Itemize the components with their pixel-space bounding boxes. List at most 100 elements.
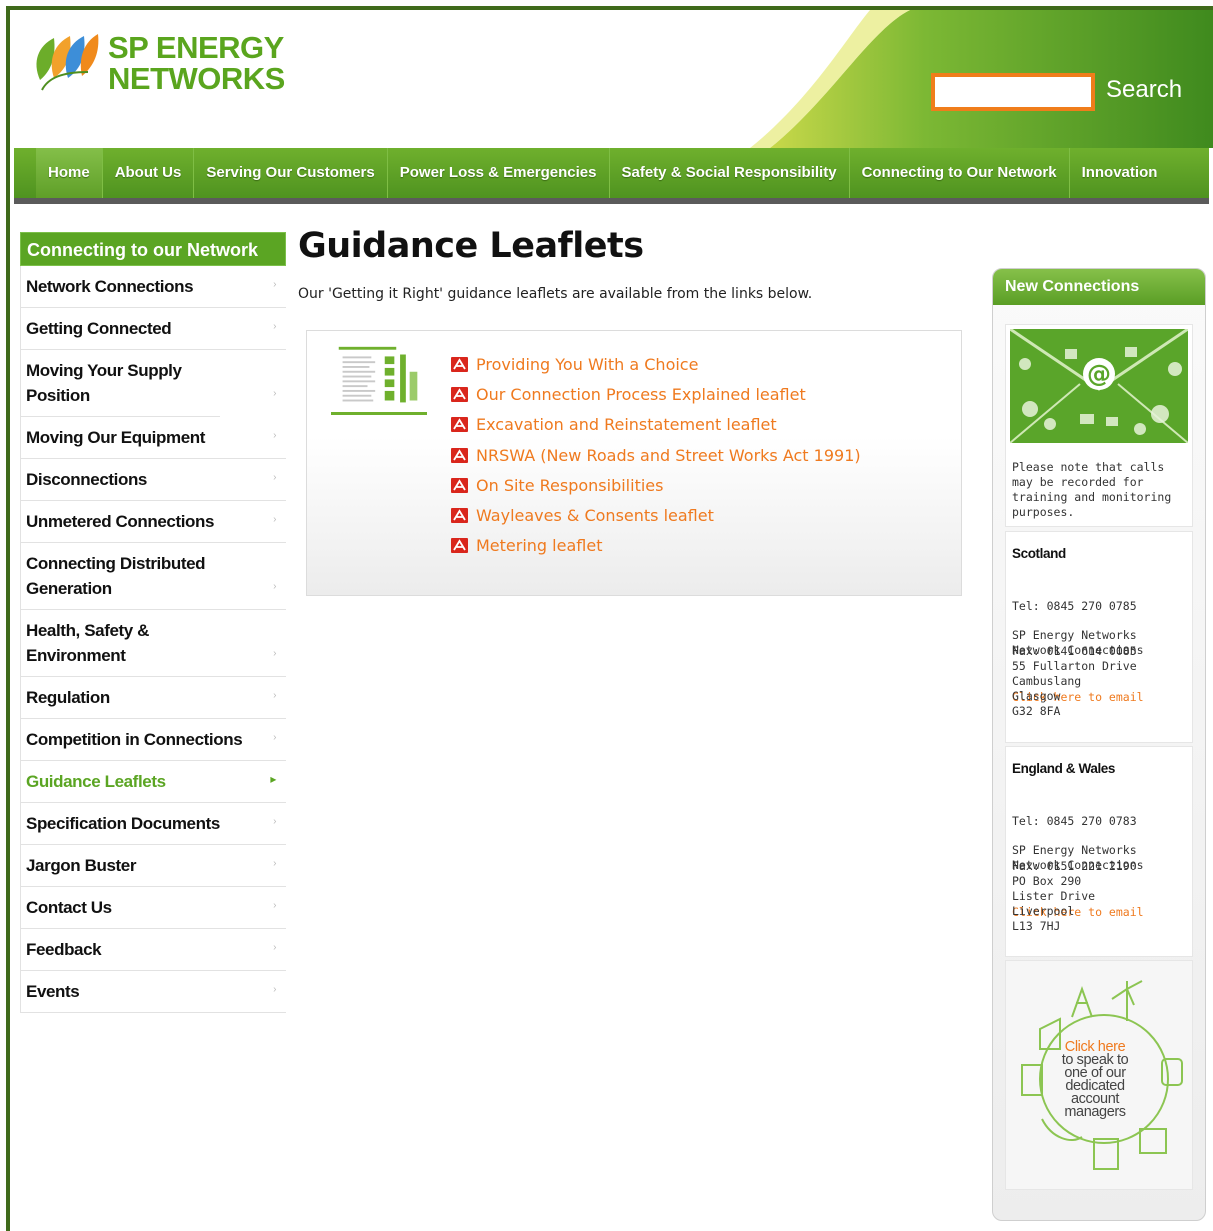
leaflet-list: Providing You With a Choice Our Connecti… xyxy=(451,349,861,561)
brand-name-line1: SP ENERGY xyxy=(108,30,284,65)
brand-logo[interactable]: SP ENERGY NETWORKS xyxy=(32,32,285,94)
sidebar-item-label: Network Connections xyxy=(26,277,194,296)
sidebar-item-label: Disconnections xyxy=(26,470,147,489)
section-sidebar: Connecting to our Network Network Connec… xyxy=(20,232,286,1013)
search-field-wrapper xyxy=(931,73,1095,111)
sidebar-item-specification[interactable]: Specification Documents › xyxy=(20,803,286,845)
scotland-contact: Scotland Tel: 0845 270 0785 Fax: 0141 61… xyxy=(1005,531,1193,743)
region-title: Scotland xyxy=(1012,546,1066,561)
leaflet-link-excavation[interactable]: Excavation and Reinstatement leaflet xyxy=(476,415,777,434)
recording-note: Please note that calls may be recorded f… xyxy=(1012,460,1172,519)
sidebar-item-getting-connected[interactable]: Getting Connected › xyxy=(20,308,286,350)
sidebar-item-label: Competition in Connections xyxy=(26,730,243,749)
leaflet-link-choice[interactable]: Providing You With a Choice xyxy=(476,355,698,374)
sidebar-item-moving-supply[interactable]: Moving Your Supply Position › xyxy=(20,350,276,417)
sidebar-item-guidance-leaflets[interactable]: Guidance Leaflets ▸ xyxy=(20,761,286,803)
sidebar-item-distributed-generation[interactable]: Connecting Distributed Generation › xyxy=(20,543,286,610)
sidebar-item-contact-us[interactable]: Contact Us › xyxy=(20,887,286,929)
chevron-right-icon: › xyxy=(273,900,276,911)
sidebar-item-label: Unmetered Connections xyxy=(26,512,215,531)
account-manager-cta[interactable]: Click here to speak to one of our dedica… xyxy=(1005,960,1193,1190)
address-line: PO Box 290 xyxy=(1012,873,1082,888)
sidebar-item-feedback[interactable]: Feedback › xyxy=(20,929,286,971)
pdf-icon xyxy=(451,417,468,433)
sidebar-item-label: Specification Documents xyxy=(26,814,220,833)
nav-serving-customers[interactable]: Serving Our Customers xyxy=(194,148,388,198)
leaflets-panel: Providing You With a Choice Our Connecti… xyxy=(306,330,962,596)
sidebar-item-regulation[interactable]: Regulation › xyxy=(20,677,286,719)
address-line: Network Connections xyxy=(1012,643,1144,658)
cta-text: Click here to speak to one of our dedica… xyxy=(1052,1040,1138,1120)
list-item: Excavation and Reinstatement leaflet xyxy=(451,410,861,440)
address-line: G32 8FA xyxy=(1012,704,1061,719)
sidebar-item-network-connections[interactable]: Network Connections › xyxy=(20,266,286,308)
sidebar-item-label: Feedback xyxy=(26,940,102,959)
chevron-right-icon: › xyxy=(273,472,276,483)
tel-text: Tel: 0845 270 0783 xyxy=(1012,813,1137,828)
nav-home[interactable]: Home xyxy=(36,148,103,198)
sidebar-item-label: Regulation xyxy=(26,688,110,707)
sidebar-item-label: Moving Our Equipment xyxy=(26,428,205,447)
cta-line: managers xyxy=(1064,1104,1126,1120)
search-input[interactable] xyxy=(935,77,1091,107)
nav-about-us[interactable]: About Us xyxy=(103,148,195,198)
sidebar-item-disconnections[interactable]: Disconnections › xyxy=(20,459,286,501)
pdf-icon xyxy=(451,508,468,524)
leaflet-link-nrswa[interactable]: NRSWA (New Roads and Street Works Act 19… xyxy=(476,446,861,465)
search-button[interactable]: Search xyxy=(1106,76,1182,104)
list-item: On Site Responsibilities xyxy=(451,470,861,500)
address-line: SP Energy Networks xyxy=(1012,843,1137,857)
address-line: L13 7HJ xyxy=(1012,919,1061,934)
england-wales-contact: England & Wales Tel: 0845 270 0783 Fax: … xyxy=(1005,746,1193,957)
site-header: SP ENERGY NETWORKS Search xyxy=(10,10,1213,148)
sidebar-item-competition[interactable]: Competition in Connections › xyxy=(20,719,286,761)
sidebar-item-moving-equipment[interactable]: Moving Our Equipment › xyxy=(20,417,286,459)
chevron-right-icon: › xyxy=(273,816,276,827)
region-title: England & Wales xyxy=(1012,761,1116,776)
pdf-icon xyxy=(451,386,468,402)
tel-text: Tel: 0845 270 0785 xyxy=(1012,598,1137,613)
caret-right-icon: ▸ xyxy=(270,772,276,786)
chevron-right-icon: › xyxy=(273,984,276,995)
chevron-right-icon: › xyxy=(273,732,276,743)
list-item: NRSWA (New Roads and Street Works Act 19… xyxy=(451,440,861,470)
list-item: Metering leaflet xyxy=(451,531,861,561)
leaflet-link-wayleaves[interactable]: Wayleaves & Consents leaflet xyxy=(476,506,714,525)
sidebar-item-jargon-buster[interactable]: Jargon Buster › xyxy=(20,845,286,887)
sidebar-item-label: Guidance Leaflets xyxy=(26,772,166,791)
main-nav: Home About Us Serving Our Customers Powe… xyxy=(14,148,1209,204)
new-connections-title: New Connections xyxy=(993,269,1205,305)
sidebar-title[interactable]: Connecting to our Network xyxy=(20,232,286,266)
list-item: Our Connection Process Explained leaflet xyxy=(451,379,861,409)
new-connections-panel: New Connections @ Please note that calls… xyxy=(992,268,1206,1221)
leaflet-link-metering[interactable]: Metering leaflet xyxy=(476,536,602,555)
brand-name-line2: NETWORKS xyxy=(108,61,285,96)
sidebar-item-label: Connecting Distributed Generation xyxy=(26,554,206,598)
main-content: Guidance Leaflets Our 'Getting it Right'… xyxy=(298,226,968,596)
sidebar-item-events[interactable]: Events › xyxy=(20,971,286,1013)
nav-innovation[interactable]: Innovation xyxy=(1070,148,1170,198)
brand-name: SP ENERGY NETWORKS xyxy=(108,32,285,94)
nav-power-loss[interactable]: Power Loss & Emergencies xyxy=(388,148,610,198)
sidebar-item-unmetered[interactable]: Unmetered Connections › xyxy=(20,501,286,543)
intro-text: Our 'Getting it Right' guidance leaflets… xyxy=(298,286,813,302)
leaf-logo-icon xyxy=(36,34,99,91)
list-item: Wayleaves & Consents leaflet xyxy=(451,500,861,530)
leaflet-link-on-site[interactable]: On Site Responsibilities xyxy=(476,476,663,495)
chevron-right-icon: › xyxy=(273,942,276,953)
promo-box: @ Please note that calls may be recorded… xyxy=(1005,324,1193,527)
chevron-right-icon: › xyxy=(273,648,276,659)
sidebar-item-label: Moving Your Supply Position xyxy=(26,361,182,405)
leaflet-link-process[interactable]: Our Connection Process Explained leaflet xyxy=(476,385,806,404)
pdf-icon xyxy=(451,447,468,463)
chevron-right-icon: › xyxy=(273,388,276,399)
chevron-right-icon: › xyxy=(273,430,276,441)
email-promo-image[interactable]: @ xyxy=(1010,329,1188,443)
sidebar-item-health-safety[interactable]: Health, Safety & Environment › xyxy=(20,610,286,677)
nav-safety[interactable]: Safety & Social Responsibility xyxy=(610,148,850,198)
leaflet-thumbnail-image xyxy=(331,343,427,415)
pdf-icon xyxy=(451,477,468,493)
nav-connecting[interactable]: Connecting to Our Network xyxy=(850,148,1070,198)
address-line: Glasgow xyxy=(1012,689,1061,704)
sidebar-item-label: Jargon Buster xyxy=(26,856,137,875)
